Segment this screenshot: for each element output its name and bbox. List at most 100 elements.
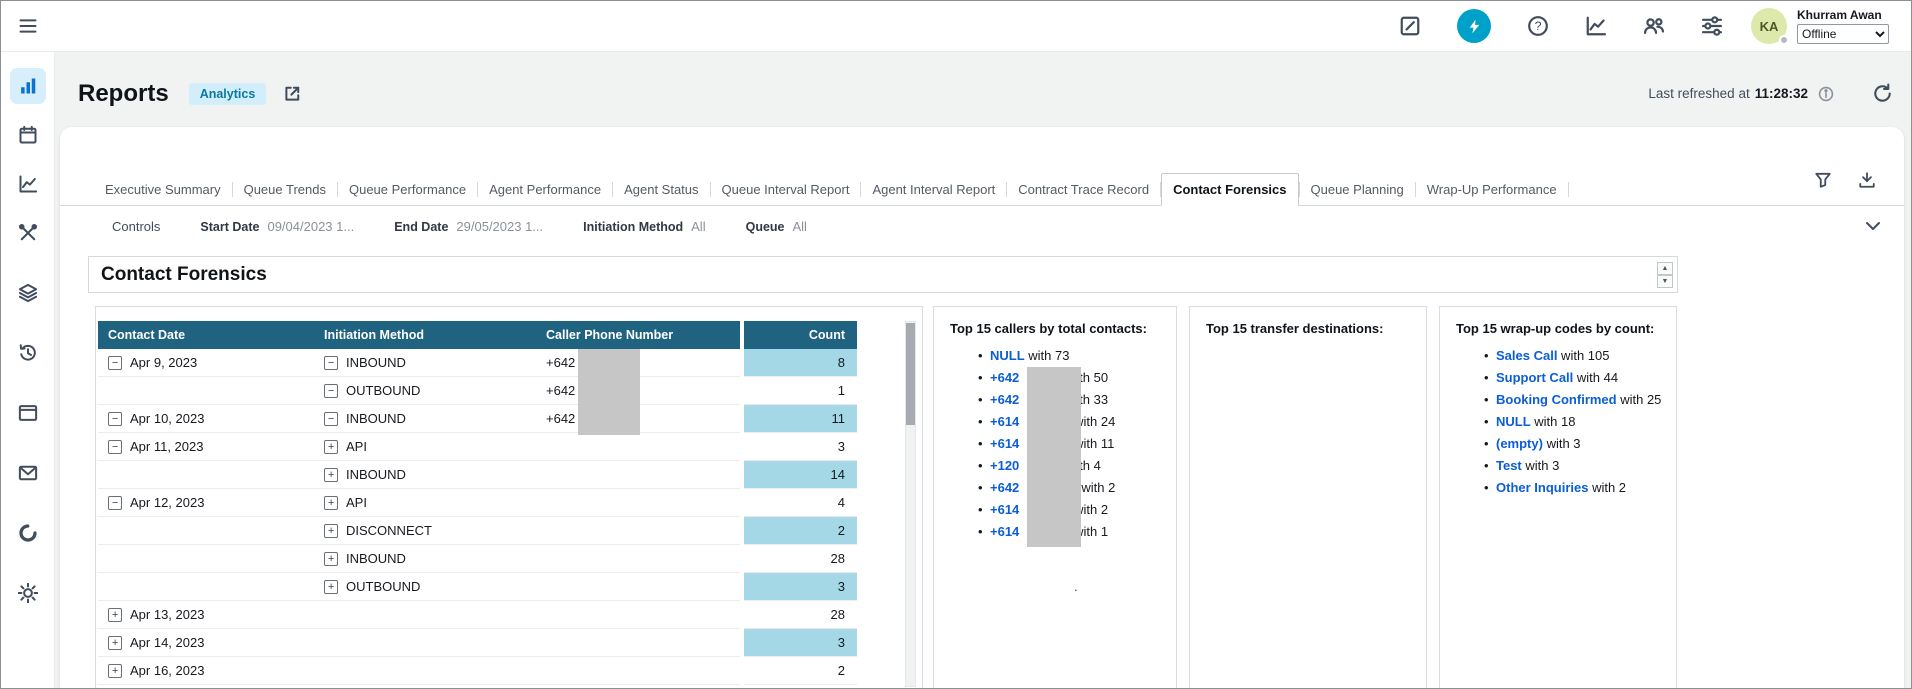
top-transfers-panel: Top 15 transfer destinations: [1189, 306, 1427, 688]
row-toggle-icon[interactable]: + [324, 468, 338, 482]
tab-queue-trends[interactable]: Queue Trends [233, 174, 337, 205]
filter-initiation-method[interactable]: Initiation Method All [583, 219, 705, 234]
initiation-method-cell: INBOUND [346, 551, 406, 566]
row-toggle-icon[interactable]: + [324, 552, 338, 566]
row-toggle-icon[interactable]: + [108, 664, 122, 678]
hamburger-menu-icon[interactable] [18, 16, 38, 36]
sidebar-item-history[interactable] [10, 335, 46, 371]
row-toggle-icon[interactable]: − [108, 440, 122, 454]
filter-funnel-icon[interactable] [1814, 171, 1832, 189]
tab-queue-interval-report[interactable]: Queue Interval Report [711, 174, 861, 205]
filter-label: End Date [394, 220, 448, 234]
row-toggle-icon[interactable]: − [108, 412, 122, 426]
row-toggle-icon[interactable]: − [324, 384, 338, 398]
sidebar-item-calendar[interactable] [10, 117, 46, 153]
table-scrollbar[interactable] [905, 321, 916, 687]
row-toggle-icon[interactable]: + [324, 580, 338, 594]
caller-link[interactable]: +614 [990, 436, 1019, 451]
wrapup-link[interactable]: Test [1496, 458, 1522, 473]
initiation-method-cell: INBOUND [346, 467, 406, 482]
tab-executive-summary[interactable]: Executive Summary [94, 174, 232, 205]
initiation-method-cell: INBOUND [346, 355, 406, 370]
sidebar-item-browser[interactable] [10, 395, 46, 431]
row-toggle-icon[interactable]: − [324, 356, 338, 370]
count-cell: 4 [744, 489, 857, 517]
topbar-icons: ? [1399, 9, 1723, 43]
column-header-count[interactable]: Count [744, 321, 857, 349]
row-toggle-icon[interactable]: + [324, 440, 338, 454]
count-cell: 3 [744, 629, 857, 657]
row-toggle-icon[interactable]: + [324, 496, 338, 510]
sidebar-item-mail[interactable] [10, 455, 46, 491]
external-link-icon[interactable] [282, 84, 302, 104]
caller-link[interactable]: NULL [990, 348, 1025, 363]
caller-link[interactable]: +642 [990, 392, 1019, 407]
wrapup-link[interactable]: (empty) [1496, 436, 1543, 451]
caller-link[interactable]: +642 [990, 480, 1019, 495]
column-header-contact-date[interactable]: Contact Date [98, 321, 314, 349]
filter-queue[interactable]: Queue All [746, 219, 807, 234]
tab-agent-status[interactable]: Agent Status [613, 174, 709, 205]
row-toggle-icon[interactable]: − [324, 412, 338, 426]
step-down-icon[interactable] [1657, 275, 1673, 288]
tab-wrap-up-performance[interactable]: Wrap-Up Performance [1416, 174, 1568, 205]
note-icon[interactable] [1399, 15, 1421, 37]
help-icon[interactable]: ? [1527, 15, 1549, 37]
tab-queue-performance[interactable]: Queue Performance [338, 174, 477, 205]
user-name: Khurram Awan [1797, 8, 1889, 22]
filter-label: Start Date [200, 220, 259, 234]
wrapup-count: with 18 [1531, 414, 1576, 429]
tab-contract-trace-record[interactable]: Contract Trace Record [1007, 174, 1160, 205]
donut-chart-icon [18, 523, 38, 543]
caller-link[interactable]: +642 [990, 370, 1019, 385]
caller-link[interactable]: +614 [990, 414, 1019, 429]
count-cell: 2 [744, 517, 857, 545]
caller-link[interactable]: +120 [990, 458, 1019, 473]
filter-end-date[interactable]: End Date 29/05/2023 1... [394, 219, 543, 234]
wrapup-link[interactable]: NULL [1496, 414, 1531, 429]
row-toggle-icon[interactable]: + [324, 524, 338, 538]
row-toggle-icon[interactable]: + [108, 608, 122, 622]
info-icon[interactable] [1818, 86, 1834, 102]
column-header-caller-phone-number[interactable]: Caller Phone Number [536, 321, 740, 349]
caller-link[interactable]: +614 [990, 524, 1019, 539]
tab-agent-performance[interactable]: Agent Performance [478, 174, 612, 205]
step-up-icon[interactable] [1657, 262, 1673, 275]
wrapup-link[interactable]: Sales Call [1496, 348, 1557, 363]
section-scroll-stepper [1657, 262, 1673, 288]
sidebar-item-line-chart[interactable] [10, 166, 46, 202]
sidebar-item-analytics[interactable] [10, 68, 46, 104]
wrapup-count: with 25 [1617, 392, 1662, 407]
tab-agent-interval-report[interactable]: Agent Interval Report [861, 174, 1006, 205]
refresh-icon[interactable] [1872, 83, 1893, 104]
wrapup-link[interactable]: Support Call [1496, 370, 1573, 385]
row-toggle-icon[interactable]: − [108, 356, 122, 370]
tab-contact-forensics[interactable]: Contact Forensics [1161, 173, 1298, 206]
sidebar-item-donut-chart[interactable] [10, 515, 46, 551]
wrapup-link[interactable]: Other Inquiries [1496, 480, 1588, 495]
sidebar-item-layers[interactable] [10, 275, 46, 311]
sidebar-item-settings[interactable] [10, 575, 46, 611]
agent-status-select[interactable]: Offline [1797, 24, 1889, 44]
tab-queue-planning[interactable]: Queue Planning [1300, 174, 1415, 205]
settings-sliders-icon[interactable] [1701, 15, 1723, 37]
sidebar-item-tools[interactable] [10, 215, 46, 251]
count-cell: 11 [744, 405, 857, 433]
caller-link[interactable]: +614 [990, 502, 1019, 517]
scrollbar-thumb[interactable] [906, 323, 915, 425]
row-toggle-icon[interactable]: + [108, 636, 122, 650]
flash-icon[interactable] [1457, 9, 1491, 43]
filter-start-date[interactable]: Start Date 09/04/2023 1... [200, 219, 354, 234]
metrics-icon[interactable] [1585, 15, 1607, 37]
avatar[interactable]: KA [1751, 8, 1787, 44]
bar-chart-icon [18, 76, 38, 96]
row-toggle-icon[interactable]: − [108, 496, 122, 510]
filter-value: 29/05/2023 1... [456, 219, 543, 234]
chevron-down-icon[interactable] [1864, 217, 1882, 235]
column-header-initiation-method[interactable]: Initiation Method [314, 321, 536, 349]
browser-window-icon [18, 403, 38, 423]
wrapup-link[interactable]: Booking Confirmed [1496, 392, 1617, 407]
download-icon[interactable] [1858, 171, 1876, 189]
users-icon[interactable] [1643, 15, 1665, 37]
analytics-badge: Analytics [189, 83, 267, 105]
